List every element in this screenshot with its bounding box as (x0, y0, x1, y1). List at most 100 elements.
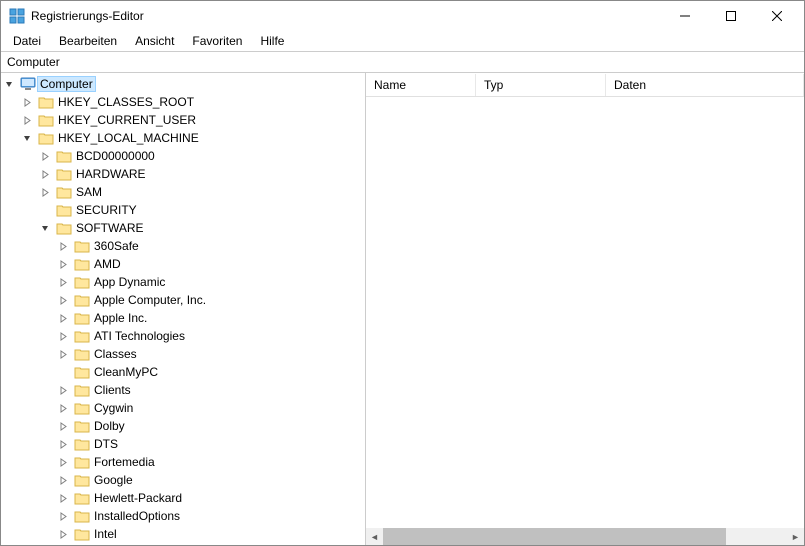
chevron-right-icon[interactable] (59, 260, 73, 269)
column-name[interactable]: Name (366, 74, 476, 96)
tree-item-label: SAM (73, 184, 105, 200)
chevron-right-icon[interactable] (59, 242, 73, 251)
chevron-right-icon[interactable] (59, 458, 73, 467)
list-body[interactable] (366, 97, 804, 528)
folder-icon (73, 455, 91, 469)
chevron-right-icon[interactable] (59, 530, 73, 539)
window-title: Registrierungs-Editor (31, 9, 662, 23)
chevron-right-icon[interactable] (59, 332, 73, 341)
tree-item[interactable]: Intel (1, 525, 365, 543)
folder-icon (73, 365, 91, 379)
tree-item-label: Intel (91, 526, 120, 542)
minimize-button[interactable] (662, 1, 708, 31)
tree-item[interactable]: Cygwin (1, 399, 365, 417)
chevron-right-icon[interactable] (59, 296, 73, 305)
tree-item-label: DTS (91, 436, 121, 452)
folder-icon (55, 167, 73, 181)
tree-item[interactable]: Apple Inc. (1, 309, 365, 327)
close-button[interactable] (754, 1, 800, 31)
tree-item[interactable]: HKEY_LOCAL_MACHINE (1, 129, 365, 147)
chevron-right-icon[interactable] (23, 98, 37, 107)
folder-icon (73, 437, 91, 451)
folder-icon (55, 203, 73, 217)
tree-pane: ComputerHKEY_CLASSES_ROOTHKEY_CURRENT_US… (1, 73, 366, 545)
folder-icon (37, 95, 55, 109)
chevron-right-icon[interactable] (59, 278, 73, 287)
menu-edit[interactable]: Bearbeiten (51, 32, 125, 50)
tree-item[interactable]: SOFTWARE (1, 219, 365, 237)
menu-view[interactable]: Ansicht (127, 32, 182, 50)
tree-view[interactable]: ComputerHKEY_CLASSES_ROOTHKEY_CURRENT_US… (1, 73, 365, 545)
chevron-right-icon[interactable] (59, 422, 73, 431)
chevron-right-icon[interactable] (59, 350, 73, 359)
tree-item[interactable]: SAM (1, 183, 365, 201)
scroll-right-icon[interactable]: ► (787, 528, 804, 545)
chevron-right-icon[interactable] (59, 440, 73, 449)
tree-item-label: Classes (91, 346, 140, 362)
menu-favorites[interactable]: Favoriten (184, 32, 250, 50)
chevron-right-icon[interactable] (59, 404, 73, 413)
scroll-track[interactable] (383, 528, 787, 545)
address-path: Computer (7, 55, 60, 69)
chevron-down-icon[interactable] (23, 134, 37, 143)
folder-icon (73, 401, 91, 415)
scroll-left-icon[interactable]: ◄ (366, 528, 383, 545)
tree-item[interactable]: Fortemedia (1, 453, 365, 471)
tree-item-label: Apple Computer, Inc. (91, 292, 209, 308)
tree-item[interactable]: Google (1, 471, 365, 489)
menu-file[interactable]: Datei (5, 32, 49, 50)
tree-item[interactable]: HKEY_CURRENT_USER (1, 111, 365, 129)
content-area: ComputerHKEY_CLASSES_ROOTHKEY_CURRENT_US… (1, 73, 804, 545)
chevron-right-icon[interactable] (41, 170, 55, 179)
maximize-button[interactable] (708, 1, 754, 31)
tree-item-label: Apple Inc. (91, 310, 150, 326)
chevron-right-icon[interactable] (41, 152, 55, 161)
tree-item-label: HKEY_LOCAL_MACHINE (55, 130, 202, 146)
chevron-right-icon[interactable] (23, 116, 37, 125)
tree-item[interactable]: AMD (1, 255, 365, 273)
tree-item[interactable]: CleanMyPC (1, 363, 365, 381)
address-bar[interactable]: Computer (1, 51, 804, 73)
tree-item[interactable]: Hewlett-Packard (1, 489, 365, 507)
tree-item[interactable]: DTS (1, 435, 365, 453)
tree-item[interactable]: InstalledOptions (1, 507, 365, 525)
chevron-down-icon[interactable] (41, 224, 55, 233)
chevron-right-icon[interactable] (59, 386, 73, 395)
tree-item-label: SECURITY (73, 202, 140, 218)
horizontal-scrollbar[interactable]: ◄ ► (366, 528, 804, 545)
folder-icon (73, 527, 91, 541)
chevron-right-icon[interactable] (59, 476, 73, 485)
chevron-right-icon[interactable] (59, 494, 73, 503)
chevron-right-icon[interactable] (59, 314, 73, 323)
tree-item[interactable]: Clients (1, 381, 365, 399)
tree-item[interactable]: HARDWARE (1, 165, 365, 183)
folder-icon (73, 419, 91, 433)
tree-item[interactable]: Dolby (1, 417, 365, 435)
chevron-right-icon[interactable] (59, 512, 73, 521)
tree-item[interactable]: Classes (1, 345, 365, 363)
tree-item-label: Hewlett-Packard (91, 490, 185, 506)
list-header: Name Typ Daten (366, 73, 804, 97)
tree-item[interactable]: SECURITY (1, 201, 365, 219)
scroll-thumb[interactable] (383, 528, 726, 545)
folder-icon (55, 185, 73, 199)
tree-item-label: 360Safe (91, 238, 142, 254)
tree-item[interactable]: 360Safe (1, 237, 365, 255)
tree-item-label: App Dynamic (91, 274, 168, 290)
chevron-right-icon[interactable] (41, 188, 55, 197)
folder-icon (73, 509, 91, 523)
folder-icon (73, 491, 91, 505)
tree-item[interactable]: Apple Computer, Inc. (1, 291, 365, 309)
folder-icon (73, 293, 91, 307)
tree-item[interactable]: ATI Technologies (1, 327, 365, 345)
tree-item[interactable]: HKEY_CLASSES_ROOT (1, 93, 365, 111)
tree-item[interactable]: BCD00000000 (1, 147, 365, 165)
tree-item[interactable]: App Dynamic (1, 273, 365, 291)
tree-item-label: SOFTWARE (73, 220, 147, 236)
menu-help[interactable]: Hilfe (252, 32, 292, 50)
tree-item-computer[interactable]: Computer (1, 75, 365, 93)
tree-item-label: Fortemedia (91, 454, 158, 470)
column-type[interactable]: Typ (476, 74, 606, 96)
column-data[interactable]: Daten (606, 74, 804, 96)
chevron-down-icon[interactable] (5, 80, 19, 89)
